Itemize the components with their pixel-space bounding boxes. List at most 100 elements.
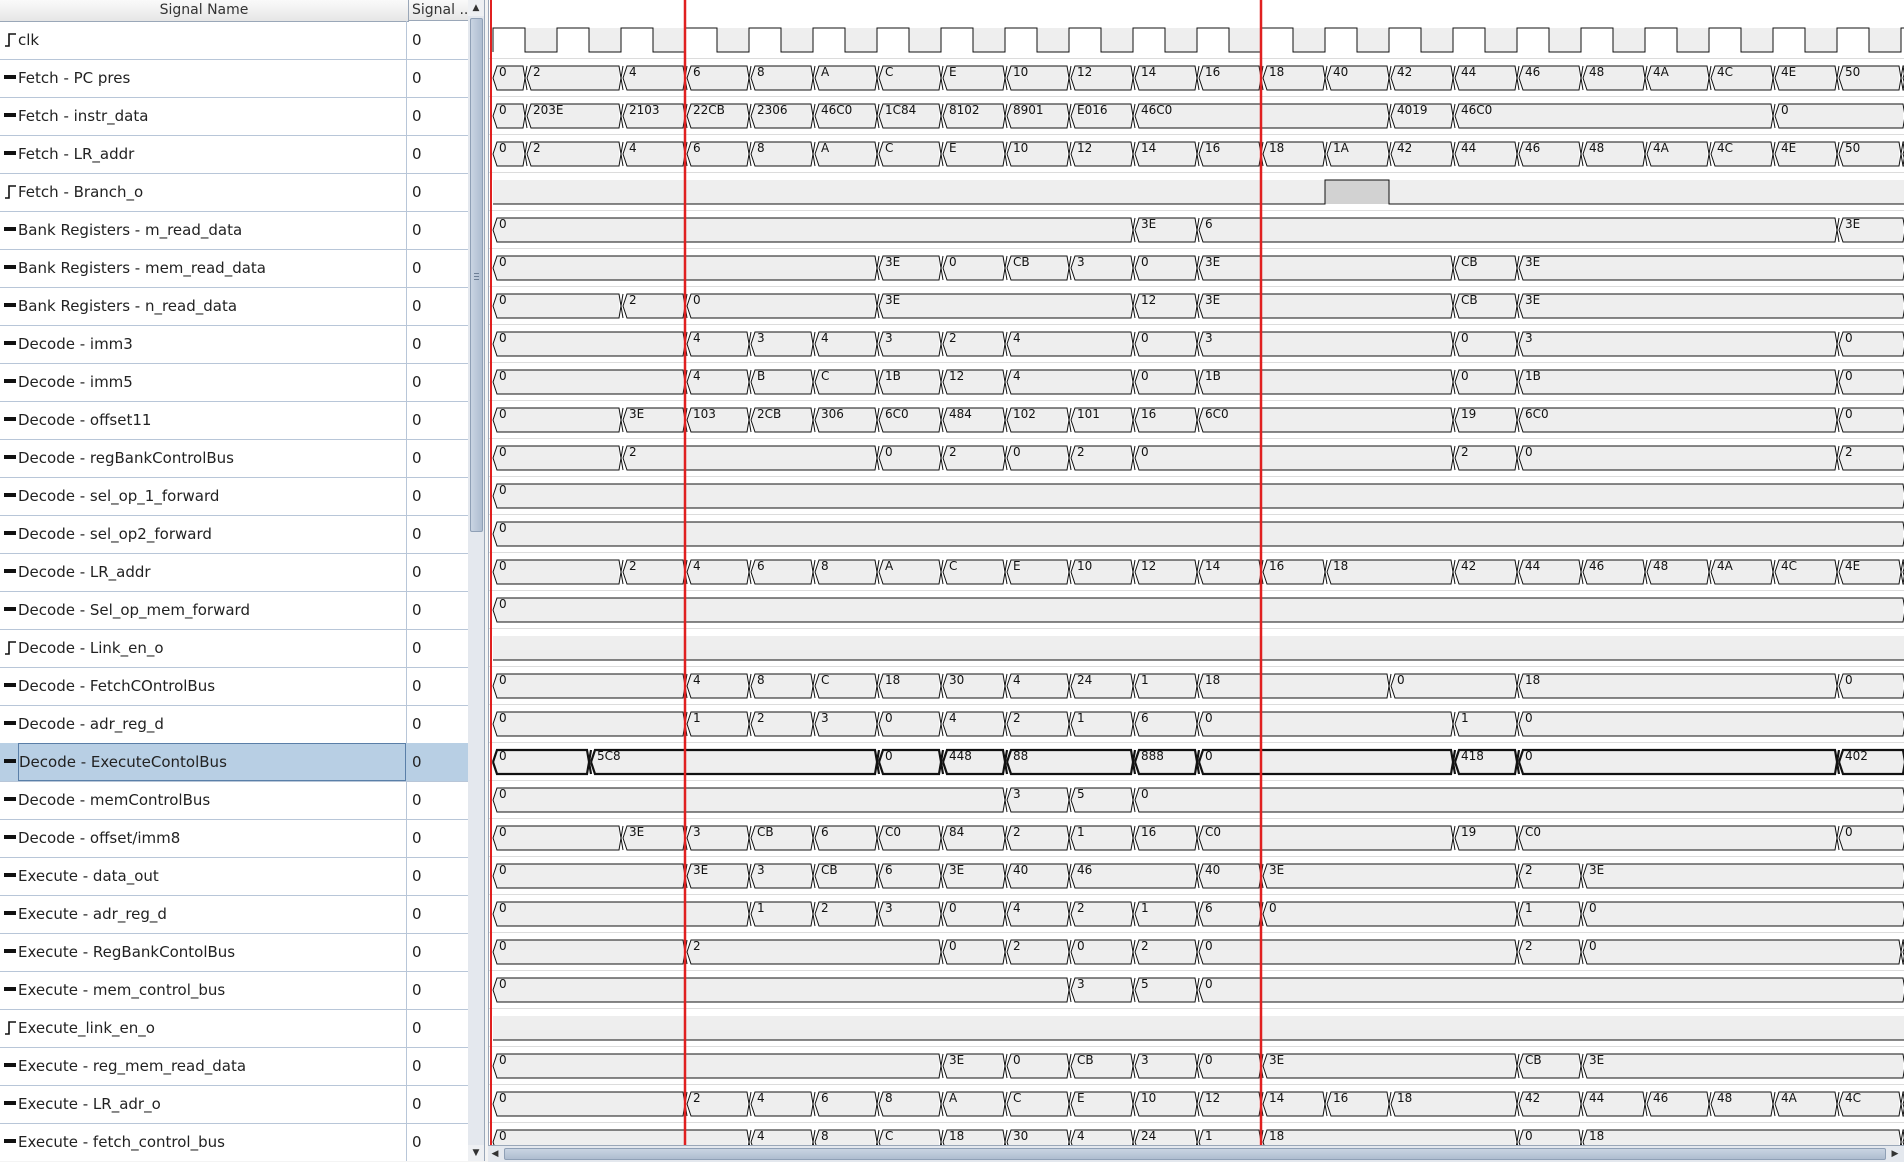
- signal-name: Execute - adr_reg_d: [18, 895, 407, 933]
- waveform-pane[interactable]: 0 2 4 6 8 A C E 10 12 14 16 18 40 42 44 46 48 4A 4C 4E 50 0 203…: [488, 0, 1904, 1161]
- bus-value-label: 0: [949, 255, 957, 269]
- bus-signal-icon: [4, 411, 16, 427]
- signal-row[interactable]: Decode - imm5 0: [0, 363, 468, 402]
- bus-value-label: 4E: [1781, 141, 1796, 155]
- signal-row[interactable]: Decode - offset/imm8 0: [0, 819, 468, 858]
- signal-value-column-header[interactable]: Signal ...: [409, 0, 468, 21]
- bus-value-label: 4E: [1781, 65, 1796, 79]
- bus-signal-icon: [4, 69, 16, 85]
- bus-value-label: 22CB: [693, 103, 725, 117]
- horizontal-scroll-thumb[interactable]: [504, 1148, 1886, 1160]
- signal-row[interactable]: Fetch - instr_data 0: [0, 97, 468, 136]
- signal-row[interactable]: Fetch - LR_addr 0: [0, 135, 468, 174]
- bus-value-label: 46: [1653, 1091, 1668, 1105]
- vertical-scroll-thumb[interactable]: [470, 18, 483, 532]
- bus-value-label: 3E: [1589, 863, 1604, 877]
- signal-row[interactable]: Decode - offset11 0: [0, 401, 468, 440]
- bus-value-label: 0: [1205, 1053, 1213, 1067]
- bus-value-label: 3: [757, 331, 765, 345]
- bus-signal-icon: [4, 753, 16, 769]
- bus-value-label: 14: [1141, 141, 1156, 155]
- bus-value-label: 18: [1333, 559, 1348, 573]
- signal-row[interactable]: Execute - RegBankContolBus 0: [0, 933, 468, 972]
- signal-value: 0: [412, 31, 422, 49]
- signal-row[interactable]: Decode - LR_addr 0: [0, 553, 468, 592]
- bus-signal-icon: [4, 525, 16, 541]
- bus-value-label: 42: [1397, 65, 1412, 79]
- signal-row[interactable]: Decode - imm3 0: [0, 325, 468, 364]
- signal-name: Fetch - instr_data: [18, 97, 407, 135]
- bus-value-label: 3: [821, 711, 829, 725]
- scroll-right-arrow-icon[interactable]: ▶: [1888, 1146, 1902, 1162]
- bus-value-label: 2: [1077, 901, 1085, 915]
- signal-row[interactable]: Decode - regBankControlBus 0: [0, 439, 468, 478]
- bus-value-label: 24: [1141, 1129, 1156, 1143]
- signal-row[interactable]: Decode - ExecuteContolBus 0: [0, 743, 468, 782]
- bus-value-label: 50: [1845, 141, 1860, 155]
- bus-value-label: 0: [499, 293, 507, 307]
- bus-value-label: 2306: [757, 103, 788, 117]
- horizontal-scrollbar[interactable]: ◀ ▶: [488, 1145, 1904, 1162]
- signal-row[interactable]: Decode - Link_en_o 0: [0, 629, 468, 668]
- signal-row[interactable]: Execute - mem_control_bus 0: [0, 971, 468, 1010]
- bus-value-label: 4: [1013, 369, 1021, 383]
- bus-value-label: 418: [1461, 749, 1484, 763]
- bus-value-label: 0: [1845, 331, 1853, 345]
- bus-value-label: 18: [1205, 673, 1220, 687]
- bus-value-label: 42: [1397, 141, 1412, 155]
- signal-row[interactable]: clk 0: [0, 21, 468, 60]
- bus-value-label: 16: [1333, 1091, 1348, 1105]
- signal-row[interactable]: Decode - adr_reg_d 0: [0, 705, 468, 744]
- bus-value-label: E016: [1077, 103, 1108, 117]
- signal-name: Decode - LR_addr: [18, 553, 407, 591]
- signal-row[interactable]: Decode - Sel_op_mem_forward 0: [0, 591, 468, 630]
- signal-row[interactable]: Execute_link_en_o 0: [0, 1009, 468, 1048]
- signal-row[interactable]: Fetch - PC pres 0: [0, 59, 468, 98]
- signal-row[interactable]: Execute - LR_adr_o 0: [0, 1085, 468, 1124]
- bus-value-label: 8: [821, 559, 829, 573]
- signal-row[interactable]: Bank Registers - n_read_data 0: [0, 287, 468, 326]
- bus-value-label: 0: [1205, 711, 1213, 725]
- bus-value-label: C0: [885, 825, 901, 839]
- signal-name-column-header[interactable]: Signal Name: [0, 0, 409, 22]
- bus-value-label: E: [1077, 1091, 1085, 1105]
- signal-row[interactable]: Bank Registers - m_read_data 0: [0, 211, 468, 250]
- signal-value: 0: [412, 335, 422, 353]
- signal-row[interactable]: Bank Registers - mem_read_data 0: [0, 249, 468, 288]
- bus-value-label: C: [885, 65, 893, 79]
- bus-value-label: CB: [757, 825, 774, 839]
- bus-value-label: 6C0: [885, 407, 909, 421]
- vertical-scrollbar[interactable]: ▲ ▼: [468, 0, 485, 1161]
- bus-value-label: 48: [1589, 65, 1604, 79]
- bus-value-label: 4A: [1653, 141, 1670, 155]
- bus-signal-icon: [4, 335, 16, 351]
- signal-row[interactable]: Execute - data_out 0: [0, 857, 468, 896]
- bus-value-label: 14: [1141, 65, 1156, 79]
- signal-value: 0: [412, 829, 422, 847]
- signal-row[interactable]: Decode - FetchCOntrolBus 0: [0, 667, 468, 706]
- bus-value-label: 0: [499, 255, 507, 269]
- signal-row[interactable]: Decode - sel_op_1_forward 0: [0, 477, 468, 516]
- scroll-down-arrow-icon[interactable]: ▼: [468, 1145, 484, 1161]
- signal-name: Execute_link_en_o: [18, 1009, 407, 1047]
- signal-row[interactable]: Decode - sel_op2_forward 0: [0, 515, 468, 554]
- bus-signal-icon: [4, 715, 16, 731]
- bus-value-label: 46C0: [1461, 103, 1492, 117]
- bus-value-label: 0: [1525, 445, 1533, 459]
- signal-row[interactable]: Decode - memControlBus 0: [0, 781, 468, 820]
- bus-value-label: 0: [499, 1129, 507, 1143]
- scroll-left-arrow-icon[interactable]: ◀: [488, 1146, 502, 1162]
- signal-row[interactable]: Execute - reg_mem_read_data 0: [0, 1047, 468, 1086]
- bus-value-label: 0: [949, 939, 957, 953]
- bus-value-label: C: [1013, 1091, 1021, 1105]
- signal-row[interactable]: Execute - adr_reg_d 0: [0, 895, 468, 934]
- signal-row[interactable]: Fetch - Branch_o 0: [0, 173, 468, 212]
- bus-value-label: 3E: [1845, 217, 1860, 231]
- bus-value-label: 12: [1077, 65, 1092, 79]
- signal-row[interactable]: Execute - fetch_control_bus 0: [0, 1123, 468, 1161]
- bus-value-label: 3: [1077, 255, 1085, 269]
- bus-value-label: 5: [1077, 787, 1085, 801]
- bus-value-label: 2: [1141, 939, 1149, 953]
- bus-value-label: A: [821, 65, 830, 79]
- scroll-up-arrow-icon[interactable]: ▲: [468, 0, 484, 16]
